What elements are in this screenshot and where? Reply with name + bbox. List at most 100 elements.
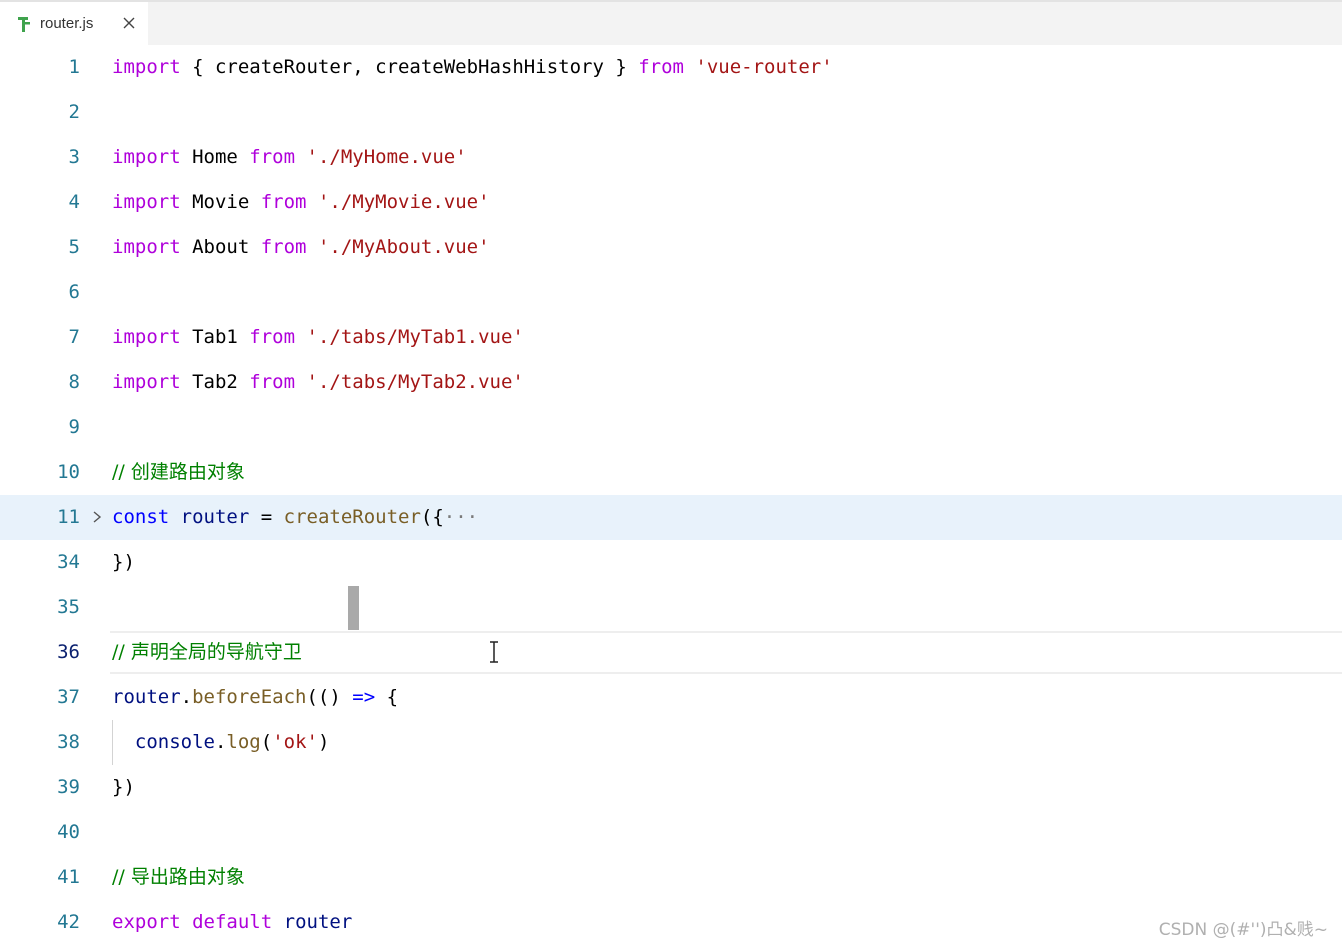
code-token: ··· (443, 506, 479, 528)
chevron-right-icon[interactable] (90, 510, 104, 524)
code-text: // 声明全局的导航守卫 (112, 630, 302, 675)
code-token: . (214, 731, 227, 753)
code-token: ) (317, 731, 330, 753)
line-number: 9 (68, 416, 80, 438)
code-line[interactable]: 39}) (0, 765, 1342, 810)
code-token: Tab2 (180, 371, 250, 393)
code-text: export default router (112, 900, 352, 945)
code-token: import (112, 371, 181, 393)
code-token: console (134, 731, 215, 753)
code-token: 'ok' (272, 731, 318, 753)
code-text: // 导出路由对象 (112, 855, 245, 900)
code-token: createRouter (283, 506, 421, 528)
code-text: const router = createRouter({··· (112, 495, 478, 540)
code-token: About (180, 236, 261, 258)
code-token: './MyHome.vue' (306, 146, 467, 168)
code-token: ({ (420, 506, 444, 528)
code-text: import About from './MyAbout.vue' (112, 225, 490, 270)
code-line[interactable]: 10 // 创建路由对象 (0, 450, 1342, 495)
code-line[interactable]: 4 import Movie from './MyMovie.vue' (0, 180, 1342, 225)
code-token: from (260, 191, 307, 213)
code-line[interactable]: 5 import About from './MyAbout.vue' (0, 225, 1342, 270)
code-token: Movie (180, 191, 261, 213)
code-text: }) (112, 540, 135, 585)
tab-label: router.js (40, 15, 94, 32)
code-line[interactable]: 42 export default router (0, 900, 1342, 945)
tab-router-js[interactable]: router.js (0, 2, 148, 45)
code-token: { (375, 686, 399, 708)
code-token: default (192, 911, 273, 933)
code-line[interactable]: 38 console.log('ok') (0, 720, 1342, 765)
code-token: import (112, 146, 181, 168)
line-number: 3 (68, 146, 80, 168)
code-token: = (249, 506, 284, 528)
line-number: 34 (57, 551, 80, 573)
code-line[interactable]: 2 (0, 90, 1342, 135)
line-number: 37 (57, 686, 80, 708)
close-icon[interactable] (120, 14, 138, 32)
code-token: from (249, 326, 296, 348)
line-number: 40 (57, 821, 80, 843)
code-token: router (112, 686, 181, 708)
code-line[interactable]: 35 (0, 585, 1342, 630)
code-token: './MyAbout.vue' (317, 236, 490, 258)
code-token: // 导出路由对象 (112, 866, 245, 888)
router-file-icon (18, 16, 30, 32)
line-number: 36 (57, 641, 80, 663)
code-token: (() (306, 686, 353, 708)
code-token: // 声明全局的导航守卫 (112, 641, 302, 663)
code-token: router (283, 911, 353, 933)
code-editor[interactable]: 1 import { createRouter, createWebHashHis… (0, 45, 1342, 948)
code-line[interactable]: 34}) (0, 540, 1342, 585)
code-line[interactable]: 36 // 声明全局的导航守卫 (0, 630, 1342, 675)
code-token: from (249, 146, 296, 168)
code-token: 'vue-router' (695, 56, 833, 78)
code-line[interactable]: 8 import Tab2 from './tabs/MyTab2.vue' (0, 360, 1342, 405)
code-text: // 创建路由对象 (112, 450, 245, 495)
line-number: 42 (57, 911, 80, 933)
line-number: 11 (57, 506, 80, 528)
code-text: import Tab1 from './tabs/MyTab1.vue' (112, 315, 524, 360)
mouse-ibeam-icon (490, 641, 498, 663)
code-line[interactable]: 41 // 导出路由对象 (0, 855, 1342, 900)
code-token: . (180, 686, 193, 708)
code-token: Home (180, 146, 250, 168)
line-number: 8 (68, 371, 80, 393)
code-line[interactable]: 7 import Tab1 from './tabs/MyTab1.vue' (0, 315, 1342, 360)
line-number: 7 (68, 326, 80, 348)
code-token: './tabs/MyTab1.vue' (306, 326, 524, 348)
code-text: router.beforeEach(() => { (112, 675, 398, 720)
line-number: 1 (68, 56, 80, 78)
code-token: ( (260, 731, 273, 753)
line-number: 6 (68, 281, 80, 303)
code-token: // 创建路由对象 (112, 461, 245, 483)
text-cursor (348, 586, 359, 630)
line-number: 5 (68, 236, 80, 258)
line-number: 41 (57, 866, 80, 888)
code-token: Tab1 (180, 326, 250, 348)
code-line[interactable]: 40 (0, 810, 1342, 855)
code-text: import Movie from './MyMovie.vue' (112, 180, 490, 225)
code-line[interactable]: 6 (0, 270, 1342, 315)
code-line[interactable]: 11 const router = createRouter({··· (0, 495, 1342, 540)
code-line[interactable]: 9 (0, 405, 1342, 450)
code-token: './MyMovie.vue' (317, 191, 490, 213)
watermark: CSDN @(#'')凸&贱~ (1158, 920, 1328, 940)
code-line[interactable]: 37 router.beforeEach(() => { (0, 675, 1342, 720)
code-token: beforeEach (192, 686, 307, 708)
code-token: from (249, 371, 296, 393)
tab-bar: router.js (0, 0, 1342, 45)
line-number: 38 (57, 731, 80, 753)
code-line[interactable]: 3 import Home from './MyHome.vue' (0, 135, 1342, 180)
code-line[interactable]: 1 import { createRouter, createWebHashHis… (0, 45, 1342, 90)
